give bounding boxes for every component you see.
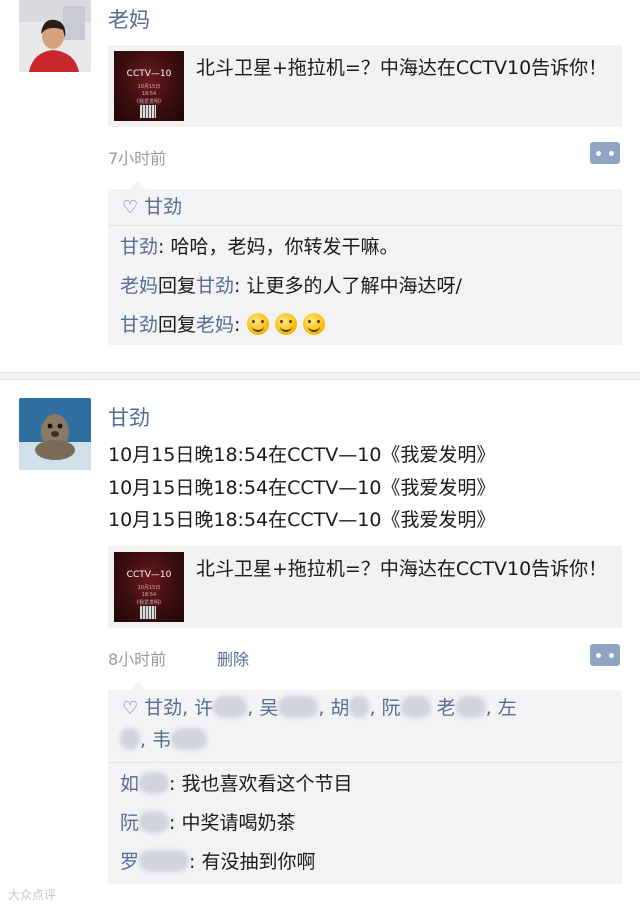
qr-code-icon: [140, 105, 156, 118]
likes-row: ♡ 甘劲, 许, 吴, 胡, 阮 老, 左: [122, 696, 517, 719]
thumb-date: 10月15日: [137, 585, 161, 591]
comment-item[interactable]: 甘劲: 哈哈，老妈，你转发干嘛。: [120, 229, 398, 265]
comment-sep: :: [169, 812, 182, 834]
panel-arrow: [130, 682, 146, 690]
thumb-time: 18:54: [141, 592, 157, 598]
comment-sep: :: [189, 851, 202, 873]
comment-item[interactable]: 罗: 有没抽到你啊: [120, 844, 315, 880]
commenter-name[interactable]: 老妈: [120, 275, 158, 297]
comment-sep: :: [234, 275, 247, 297]
likes-row: , 韦: [120, 724, 208, 756]
comments-panel: ♡ 甘劲, 许, 吴, 胡, 阮 老, 左 , 韦 如: 我也喜欢看这个节目 阮:…: [108, 682, 622, 884]
post-body-line: 10月15日晚18:54在CCTV—10《我爱发明》: [108, 509, 496, 531]
post-time: 7小时前: [108, 149, 167, 168]
reply-word: 回复: [158, 314, 197, 336]
comment-sep: :: [169, 773, 182, 795]
comment-item[interactable]: 阮: 中奖请喝奶茶: [120, 805, 295, 841]
comments-panel: ♡ 甘劲 甘劲: 哈哈，老妈，你转发干嘛。 老妈回复甘劲: 让更多的人了解中海达呀…: [108, 181, 622, 345]
watermark: 大众点评: [8, 888, 57, 902]
emoji-group: [246, 313, 331, 336]
share-thumbnail: CCTV—10 10月15日 18:54 《我爱发明》: [114, 552, 184, 622]
commenter-name[interactable]: 阮: [120, 812, 139, 834]
share-thumbnail: CCTV—10 10月15日 18:54 《我爱发明》: [114, 51, 184, 121]
comment-sep: :: [158, 236, 171, 258]
shared-link-card[interactable]: CCTV—10 10月15日 18:54 《我爱发明》 北斗卫星+拖拉机=？中海…: [108, 546, 622, 628]
redacted-name: [278, 696, 319, 718]
dot-icon: [609, 653, 614, 658]
commenter-name[interactable]: 罗: [120, 851, 139, 873]
avatar[interactable]: [19, 0, 91, 72]
reply-to-name[interactable]: 甘劲: [196, 275, 234, 297]
like-name[interactable]: 阮: [382, 697, 401, 719]
thumb-show: 《我爱发明》: [133, 600, 164, 606]
post-body-line: 10月15日晚18:54在CCTV—10《我爱发明》: [108, 444, 496, 466]
redacted-name: [171, 728, 208, 750]
avatar[interactable]: [19, 398, 91, 470]
comment-text: 哈哈，老妈，你转发干嘛。: [170, 236, 399, 258]
dot-icon: [609, 151, 614, 156]
post-time: 8小时前: [108, 650, 167, 669]
like-name[interactable]: , 左: [486, 697, 517, 719]
thumb-date: 10月15日: [137, 84, 161, 90]
comment-text: 有没抽到你啊: [201, 851, 316, 873]
commenter-name[interactable]: 甘劲: [120, 236, 158, 258]
comment-text: 让更多的人了解中海达呀/: [246, 275, 462, 297]
likes-row: ♡ 甘劲: [122, 191, 182, 224]
reply-word: 回复: [158, 275, 197, 297]
post-body-line: 10月15日晚18:54在CCTV—10《我爱发明》: [108, 477, 496, 499]
smile-emoji-icon: [302, 313, 325, 335]
thumb-title: CCTV—10: [126, 570, 172, 580]
redacted-name: [400, 696, 431, 718]
commenter-name[interactable]: 如: [120, 773, 139, 795]
author-name[interactable]: 甘劲: [108, 402, 150, 432]
comment-menu-button[interactable]: [590, 644, 620, 666]
comment-item[interactable]: 如: 我也喜欢看这个节目: [120, 766, 352, 802]
comment-item[interactable]: 老妈回复甘劲: 让更多的人了解中海达呀/: [120, 268, 462, 304]
thumb-title: CCTV—10: [126, 69, 172, 79]
post-divider: [0, 372, 640, 380]
heart-icon: ♡: [122, 197, 139, 218]
share-title: 北斗卫星+拖拉机=？中海达在CCTV10告诉你！: [196, 558, 608, 580]
like-name[interactable]: 韦: [152, 729, 171, 751]
delete-link[interactable]: 删除: [217, 646, 249, 670]
comment-text: 中奖请喝奶茶: [181, 812, 296, 834]
divider: [108, 225, 622, 226]
redacted-name: [139, 811, 170, 833]
redacted-name: [455, 696, 486, 718]
share-title: 北斗卫星+拖拉机=？中海达在CCTV10告诉你！: [196, 57, 608, 79]
like-name[interactable]: 甘劲,: [144, 697, 188, 719]
qr-code-icon: [140, 606, 156, 619]
author-name[interactable]: 老妈: [108, 4, 150, 34]
like-name[interactable]: 胡: [330, 697, 349, 719]
moment-post-1: 老妈 CCTV—10 10月15日 18:54 《我爱发明》 北斗卫星+拖拉机=…: [0, 0, 640, 372]
smile-emoji-icon: [274, 313, 297, 335]
thumb-show: 《我爱发明》: [133, 99, 164, 105]
shared-link-card[interactable]: CCTV—10 10月15日 18:54 《我爱发明》 北斗卫星+拖拉机=？中海…: [108, 45, 622, 127]
comment-sep: :: [234, 314, 247, 336]
redacted-name: [120, 728, 140, 750]
dot-icon: [596, 151, 601, 156]
redacted-name: [213, 696, 248, 718]
heart-icon: ♡: [122, 698, 139, 719]
divider: [108, 762, 622, 763]
redacted-name: [139, 772, 170, 794]
comment-menu-button[interactable]: [590, 142, 620, 164]
redacted-name: [139, 850, 190, 872]
like-name[interactable]: 甘劲: [144, 196, 182, 218]
comment-text: 我也喜欢看这个节目: [181, 773, 353, 795]
redacted-name: [349, 696, 370, 718]
dot-icon: [596, 653, 601, 658]
thumb-time: 18:54: [141, 91, 157, 97]
panel-arrow: [130, 181, 146, 189]
moment-post-2: 甘劲 10月15日晚18:54在CCTV—10《我爱发明》 10月15日晚18:…: [0, 380, 640, 909]
like-name[interactable]: 老: [437, 697, 456, 719]
comment-item[interactable]: 甘劲回复老妈:: [120, 307, 331, 343]
like-name[interactable]: 许: [194, 697, 213, 719]
commenter-name[interactable]: 甘劲: [120, 314, 158, 336]
like-name[interactable]: 吴: [259, 697, 278, 719]
reply-to-name[interactable]: 老妈: [196, 314, 234, 336]
smile-emoji-icon: [246, 313, 269, 335]
